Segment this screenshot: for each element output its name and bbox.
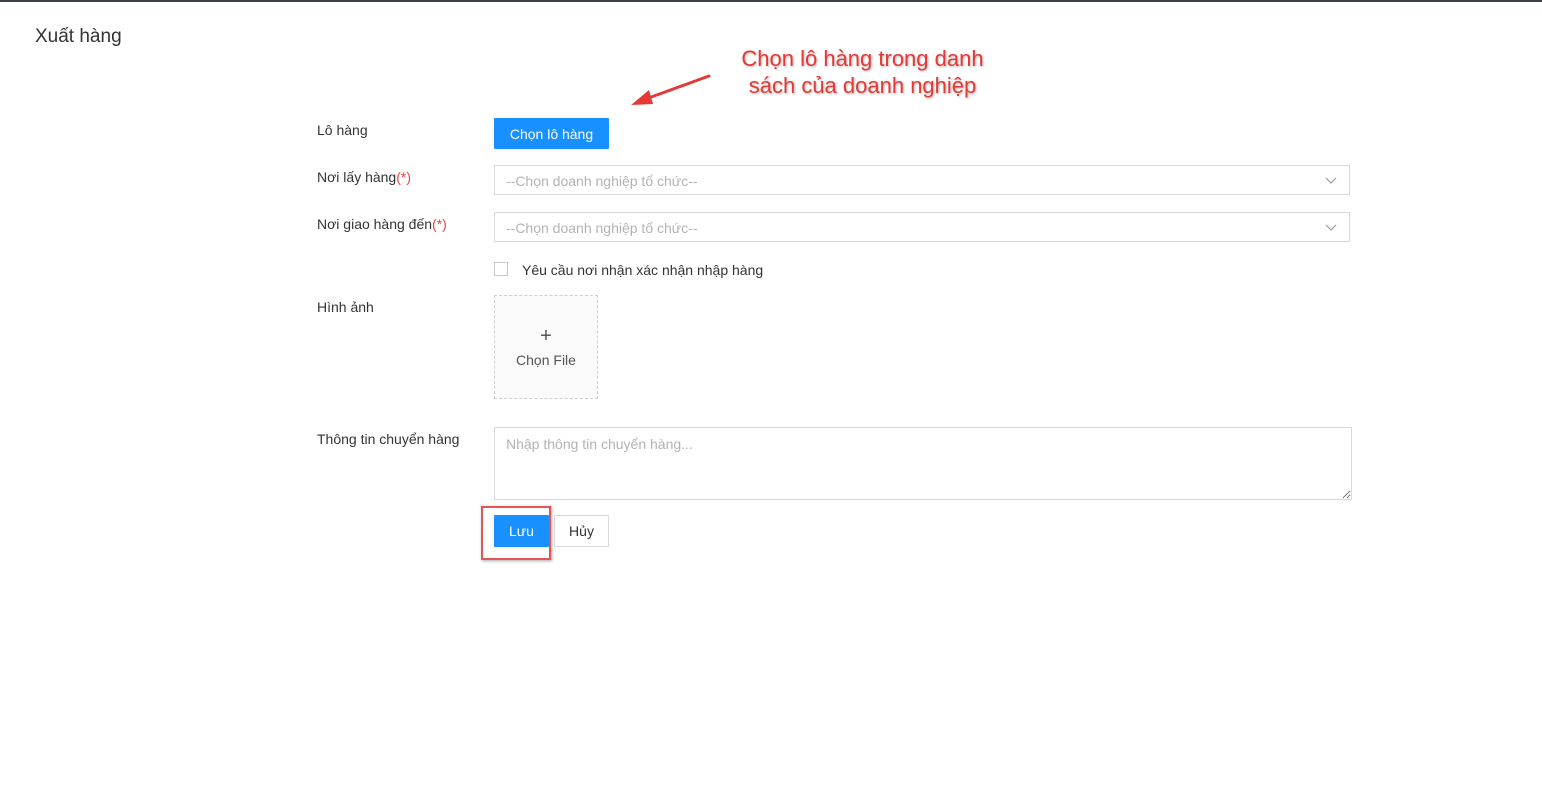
choose-lot-button[interactable]: Chọn lô hàng (494, 118, 609, 149)
delivery-select-placeholder: --Chọn doanh nghiệp tổ chức-- (506, 220, 698, 236)
image-label: Hình ảnh (317, 299, 374, 315)
annotation-arrow-icon (631, 74, 711, 105)
required-mark: (*) (432, 216, 447, 232)
delivery-label-text: Nơi giao hàng đến (317, 216, 433, 232)
pickup-select-placeholder: --Chọn doanh nghiệp tổ chức-- (506, 173, 698, 189)
upload-label: Chọn File (516, 352, 576, 368)
delivery-label: Nơi giao hàng đến(*) (317, 216, 447, 232)
pickup-label: Nơi lấy hàng(*) (317, 169, 411, 185)
delivery-select[interactable]: --Chọn doanh nghiệp tổ chức-- (494, 212, 1350, 242)
plus-icon: + (540, 325, 552, 347)
confirm-receipt-label[interactable]: Yêu cầu nơi nhận xác nhận nhập hàng (522, 262, 763, 278)
shipping-info-label: Thông tin chuyển hàng (317, 431, 460, 447)
required-mark: (*) (396, 169, 412, 185)
top-bar (0, 0, 1542, 2)
cancel-button[interactable]: Hủy (554, 515, 609, 547)
chevron-down-icon (1325, 177, 1337, 184)
lot-label: Lô hàng (317, 122, 368, 138)
page-title: Xuất hàng (35, 26, 122, 47)
shipping-info-textarea[interactable] (494, 427, 1352, 500)
confirm-receipt-checkbox[interactable] (494, 262, 508, 276)
annotation-text: Chọn lô hàng trong danh sách của doanh n… (741, 46, 984, 98)
chevron-down-icon (1325, 224, 1337, 231)
image-upload-button[interactable]: + Chọn File (494, 295, 598, 399)
pickup-select[interactable]: --Chọn doanh nghiệp tổ chức-- (494, 165, 1350, 195)
save-button[interactable]: Lưu (494, 515, 549, 547)
pickup-label-text: Nơi lấy hàng (317, 169, 397, 185)
